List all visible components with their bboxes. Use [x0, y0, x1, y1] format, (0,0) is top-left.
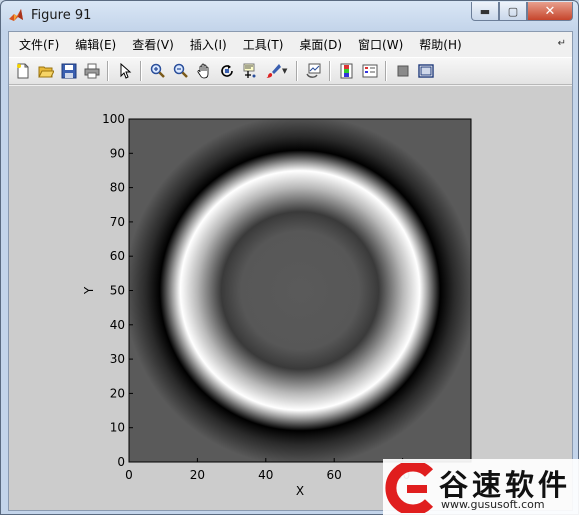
- pan-button[interactable]: [194, 61, 214, 81]
- menu-overflow-icon[interactable]: ↵: [558, 38, 566, 49]
- toolbar-separator: [107, 61, 109, 81]
- legend-icon: [362, 64, 377, 78]
- y-tick-label: 20: [110, 386, 125, 400]
- legend-button[interactable]: [360, 61, 380, 81]
- y-tick-label: 0: [117, 455, 125, 469]
- open-file-button[interactable]: [36, 61, 56, 81]
- menu-file[interactable]: 文件(F): [9, 36, 67, 53]
- x-tick-label: 0: [125, 468, 133, 482]
- hide-plot-tools-icon: [397, 65, 408, 77]
- y-tick-label: 30: [110, 352, 125, 366]
- edit-plot-button[interactable]: [115, 61, 135, 81]
- print-icon: [84, 63, 99, 79]
- brush-icon: [265, 64, 281, 78]
- menu-help[interactable]: 帮助(H): [411, 36, 469, 53]
- watermark-url: www.gususoft.com: [441, 498, 545, 511]
- figure-window: Figure 91 ▬ ▢ ✕ 文件(F) 编辑(E) 查看(V) 插入(I) …: [0, 0, 579, 515]
- y-tick-label: 90: [110, 146, 125, 160]
- toolbar-separator: [140, 61, 142, 81]
- zoom-in-icon: [150, 63, 165, 78]
- menu-window[interactable]: 窗口(W): [350, 36, 411, 53]
- hide-plot-tools-button[interactable]: [393, 61, 413, 81]
- toolbar-separator: [296, 61, 298, 81]
- figure-client-area: 文件(F) 编辑(E) 查看(V) 插入(I) 工具(T) 桌面(D) 窗口(W…: [8, 31, 573, 511]
- maximize-button[interactable]: ▢: [499, 2, 527, 21]
- show-plot-tools-icon: [417, 64, 434, 78]
- link-plot-icon: [305, 63, 320, 78]
- title-bar[interactable]: Figure 91 ▬ ▢ ✕: [1, 1, 578, 31]
- colorbar-icon: [340, 63, 352, 79]
- menu-edit[interactable]: 编辑(E): [67, 36, 124, 53]
- toolbar-separator: [385, 61, 387, 81]
- heatmap-ring: [129, 119, 471, 462]
- menu-desktop[interactable]: 桌面(D): [291, 36, 350, 53]
- menu-tools[interactable]: 工具(T): [235, 36, 292, 53]
- link-plot-button[interactable]: [304, 61, 324, 81]
- zoom-in-button[interactable]: [148, 61, 168, 81]
- data-cursor-button[interactable]: [240, 61, 260, 81]
- matlab-logo-icon: [9, 9, 23, 21]
- maximize-icon: ▢: [507, 4, 519, 18]
- close-icon: ✕: [544, 3, 556, 19]
- y-tick-label: 70: [110, 215, 125, 229]
- menu-insert[interactable]: 插入(I): [182, 36, 235, 53]
- save-button[interactable]: [59, 61, 79, 81]
- colorbar-button[interactable]: [337, 61, 357, 81]
- y-axis-label: Y: [82, 286, 96, 295]
- pan-hand-icon: [196, 63, 208, 79]
- rotate-3d-button[interactable]: [217, 61, 237, 81]
- zoom-out-button[interactable]: [171, 61, 191, 81]
- open-file-icon: [37, 66, 54, 78]
- new-figure-button[interactable]: [13, 61, 33, 81]
- minimize-button[interactable]: ▬: [471, 2, 499, 21]
- edit-plot-arrow-icon: [120, 63, 131, 79]
- menu-view[interactable]: 查看(V): [124, 36, 182, 53]
- watermark: 谷速软件 www.gususoft.com: [383, 459, 579, 515]
- toolbar-separator: [329, 61, 331, 81]
- window-title: Figure 91: [31, 8, 92, 23]
- print-button[interactable]: [82, 61, 102, 81]
- y-tick-label: 10: [110, 421, 125, 435]
- brush-button[interactable]: [263, 61, 283, 81]
- rotate-3d-icon: [220, 65, 233, 77]
- plot-area[interactable]: 0204060800102030405060708090100XY: [9, 86, 572, 510]
- figure-canvas: 0204060800102030405060708090100XY: [9, 86, 572, 510]
- figure-toolbar: ▼: [9, 57, 572, 85]
- save-icon: [61, 63, 76, 79]
- minimize-icon: ▬: [479, 4, 491, 18]
- x-tick-label: 60: [327, 468, 342, 482]
- x-tick-label: 40: [258, 468, 273, 482]
- gususoft-logo-icon: [385, 463, 434, 513]
- show-plot-tools-button[interactable]: [416, 61, 436, 81]
- y-tick-label: 100: [102, 112, 125, 126]
- x-axis-label: X: [296, 484, 304, 498]
- y-tick-label: 40: [110, 318, 125, 332]
- y-tick-label: 80: [110, 181, 125, 195]
- close-button[interactable]: ✕: [527, 2, 573, 21]
- x-tick-label: 20: [190, 468, 205, 482]
- new-figure-icon: [16, 63, 28, 79]
- zoom-out-icon: [173, 63, 188, 78]
- y-tick-label: 60: [110, 249, 125, 263]
- menu-bar: 文件(F) 编辑(E) 查看(V) 插入(I) 工具(T) 桌面(D) 窗口(W…: [9, 32, 572, 56]
- brush-dropdown-arrow-icon[interactable]: ▼: [282, 67, 290, 75]
- data-cursor-icon: [243, 63, 255, 78]
- y-tick-label: 50: [110, 284, 125, 298]
